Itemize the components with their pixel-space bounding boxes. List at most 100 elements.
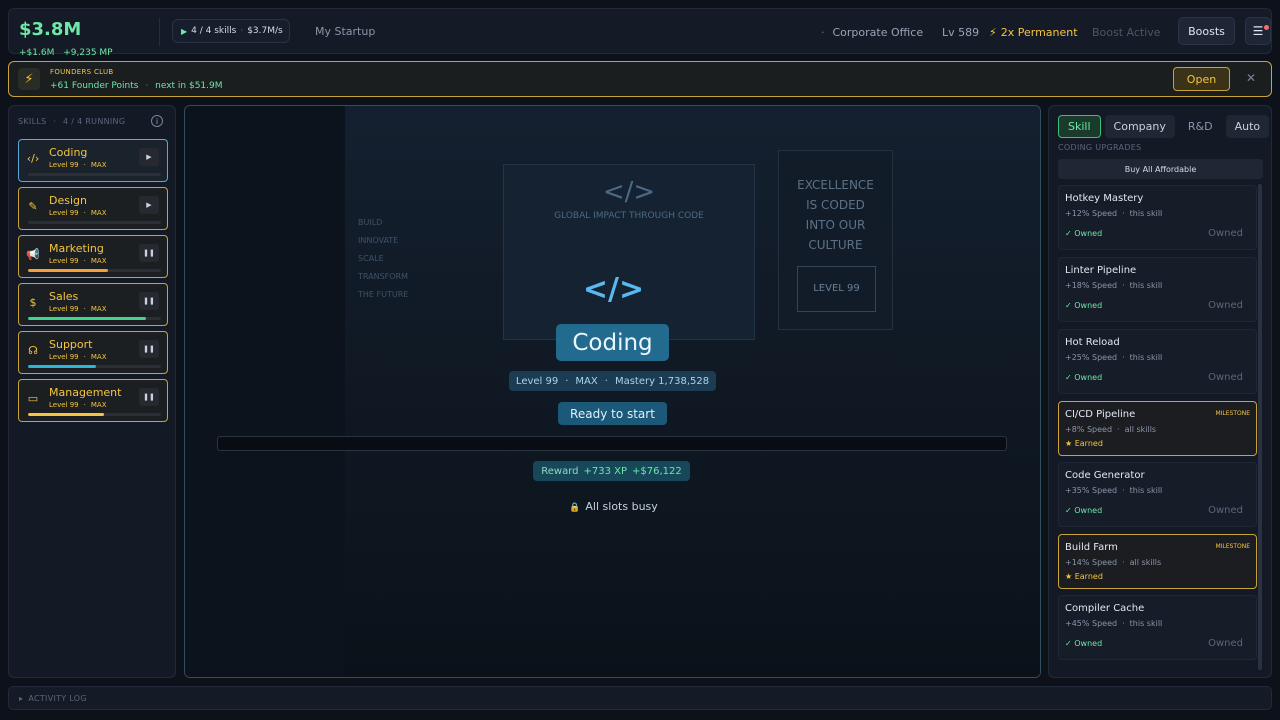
skills-heading: SKILLS · 4 / 4 RUNNING [18,117,126,126]
company-name[interactable]: My Startup [315,25,375,38]
skill-stage: </> GLOBAL IMPACT THROUGH CODE EXCELLENC… [184,105,1041,678]
lightning-icon: ⚡ [18,68,40,90]
activity-log-toggle[interactable]: ▸ ACTIVITY LOG [8,686,1272,710]
office-name: Corporate Office [832,25,924,39]
founders-title: FOUNDERS CLUB [50,68,114,76]
slots-status: 🔒 All slots busy [185,500,1040,513]
pause-button[interactable]: ❚❚ [139,244,159,262]
skill-progress-bar [217,436,1007,451]
founders-next: next in $51.9M [155,81,223,91]
pause-button[interactable]: ❚❚ [139,292,159,310]
close-icon[interactable]: ✕ [1246,71,1256,85]
skill-level: Level 99 [515,375,559,387]
upgrade-status: ✓ Owned [1065,373,1103,382]
owned-label: Owned [1208,638,1243,649]
settings-button[interactable]: ☰ [1245,17,1271,45]
headset-icon: ☊ [28,343,38,357]
upgrade-name: Code Generator [1065,470,1145,481]
skill-level-pill: Level 99 · MAX · Mastery 1,738,528 [509,371,716,391]
skill-level: Level 99 · MAX [49,305,107,313]
running-skills-pill[interactable]: ▶ 4 / 4 skills · $3.7M/s [172,19,290,43]
mastery-value: Mastery 1,738,528 [614,375,710,387]
culture-line: CULTURE [808,238,863,252]
upgrade-status: ✓ Owned [1065,639,1103,648]
money-delta: +$1.6M [19,48,55,58]
upgrade-card[interactable]: Hot Reload +25% Speed · this skill ✓ Owned Ow… [1058,329,1257,394]
play-button[interactable]: ▶ [139,148,159,166]
owned-label: Owned [1208,505,1243,516]
skill-card-sales[interactable]: $ Sales Level 99 · MAX ❚❚ [18,283,168,326]
pause-icon: ❚❚ [143,345,155,353]
reward-xp: +733 XP [583,465,628,477]
office-floor [345,436,1040,677]
reward-label: Reward [541,465,579,477]
notification-dot [1264,25,1269,30]
skill-progress [28,317,161,320]
upgrade-bonus: +35% Speed · this skill [1065,486,1163,495]
divider [159,18,160,46]
culture-line: EXCELLENCE [797,178,874,192]
upgrade-status: ✓ Owned [1065,506,1103,515]
upgrade-name: Compiler Cache [1065,603,1145,614]
skill-level: Level 99 · MAX [49,401,107,409]
wall-word: SCALE [358,254,384,263]
upgrade-card[interactable]: Linter Pipeline +18% Speed · this skill ✓ Ow… [1058,257,1257,322]
pause-button[interactable]: ❚❚ [139,340,159,358]
upgrade-status: ✓ Owned [1065,301,1103,310]
upgrade-name: CI/CD Pipeline [1065,409,1136,420]
scrollbar[interactable] [1258,184,1262,670]
info-icon[interactable]: i [151,115,163,127]
upgrade-card[interactable]: Build Farm +14% Speed · all skills ★ Earned M… [1058,534,1257,589]
pause-button[interactable]: ❚❚ [139,388,159,406]
multiplier-badge: ⚡ 2x Permanent [989,9,1078,55]
skills-running-count: 4 / 4 RUNNING [63,117,126,126]
buy-all-button[interactable]: Buy All Affordable [1058,159,1263,179]
upgrade-card[interactable]: CI/CD Pipeline +8% Speed · all skills ★ Earn… [1058,401,1257,456]
skill-card-management[interactable]: ▭ Management Level 99 · MAX ❚❚ [18,379,168,422]
skill-name: Sales [49,290,79,303]
office-indicator: · Corporate Office [821,25,924,39]
upgrade-name: Build Farm [1065,542,1118,553]
tab-rd[interactable]: R&D [1179,115,1222,138]
skill-title: Coding [556,324,669,361]
pause-icon: ❚❚ [143,393,155,401]
skill-progress [28,269,161,272]
culture-line: INTO OUR [805,218,866,232]
dollar-icon: $ [29,295,37,309]
play-button[interactable]: ▶ [139,196,159,214]
upgrade-tabs: Skill Company R&D Auto [1058,115,1270,138]
skill-card-marketing[interactable]: 📢 Marketing Level 99 · MAX ❚❚ [18,235,168,278]
skill-level: Level 99 · MAX [49,353,107,361]
upgrade-card[interactable]: Hotkey Mastery +12% Speed · this skill ✓ Own… [1058,185,1257,250]
chevron-right-icon: ▸ [19,693,24,703]
open-founders-button[interactable]: Open [1173,67,1230,91]
skill-name: Marketing [49,242,104,255]
tab-skill[interactable]: Skill [1058,115,1101,138]
wall-screen: </> GLOBAL IMPACT THROUGH CODE [503,164,755,340]
owned-label: Owned [1208,300,1243,311]
upgrade-card[interactable]: Compiler Cache +45% Speed · this skill ✓ Own… [1058,595,1257,660]
skill-card-support[interactable]: ☊ Support Level 99 · MAX ❚❚ [18,331,168,374]
skill-name: Management [49,386,122,399]
skill-card-design[interactable]: ✎ Design Level 99 · MAX ▶ [18,187,168,230]
tab-auto[interactable]: Auto [1225,115,1270,138]
founders-info: +61 Founder Points · next in $51.9M [50,81,223,91]
pause-icon: ❚❚ [143,249,155,257]
play-icon: ▶ [181,26,188,36]
code-icon: ‹/› [26,151,40,165]
start-skill-button[interactable]: Ready to start [558,402,667,425]
skills-panel: SKILLS · 4 / 4 RUNNING i ‹/› Coding Level … [8,105,176,678]
money-total: $3.8M [19,19,82,40]
milestone-badge: MILESTONE [1215,410,1250,417]
tab-company[interactable]: Company [1104,115,1175,138]
skill-card-coding[interactable]: ‹/› Coding Level 99 · MAX ▶ [18,139,168,182]
owned-label: Owned [1208,228,1243,239]
boosts-button[interactable]: Boosts [1178,17,1235,45]
owned-label: Owned [1208,372,1243,383]
upgrade-card[interactable]: Code Generator +35% Speed · this skill ✓ Own… [1058,462,1257,527]
skill-progress [28,221,161,224]
upgrade-bonus: +18% Speed · this skill [1065,281,1163,290]
income-rate: $3.7M/s [247,26,283,36]
briefcase-icon: ▭ [27,391,39,405]
code-icon: </> [582,272,645,307]
